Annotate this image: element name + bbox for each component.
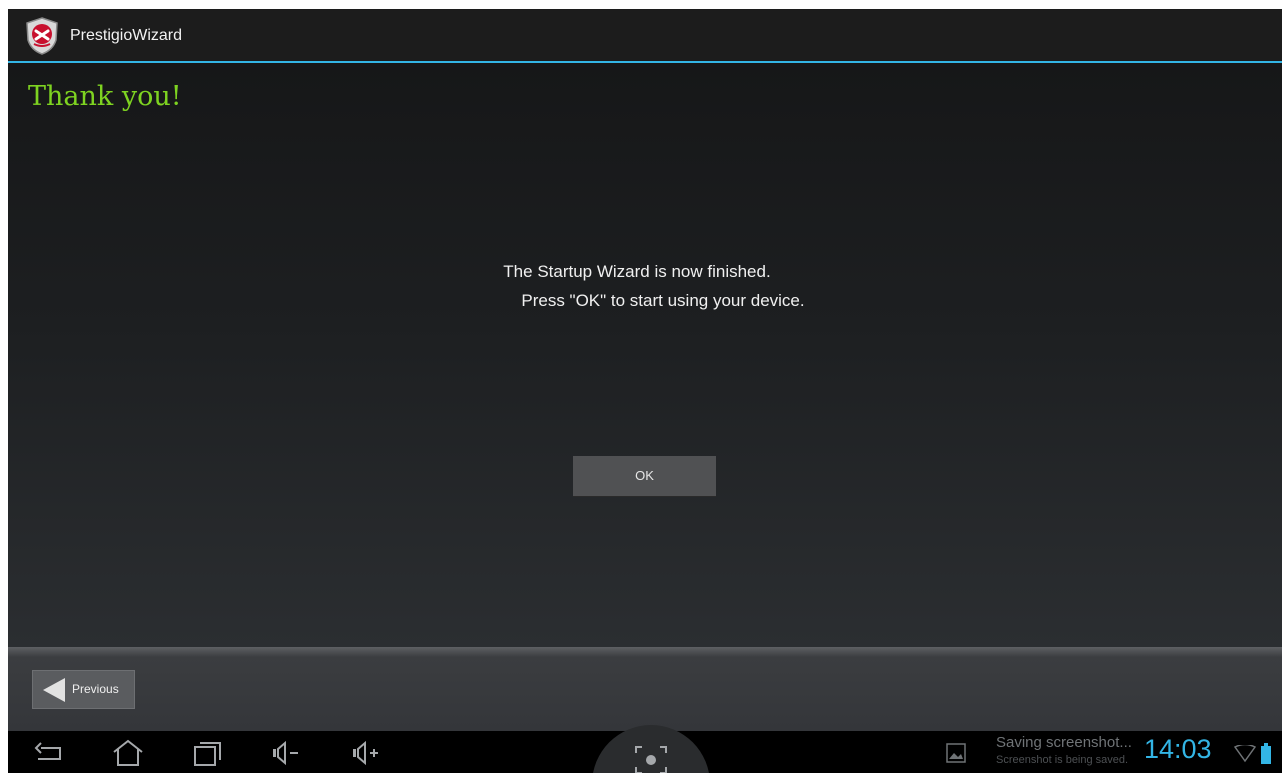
image-notification-icon[interactable] — [946, 743, 966, 768]
back-icon[interactable] — [32, 739, 66, 770]
system-bar: Saving screenshot... Screenshot is being… — [8, 725, 1282, 773]
clock[interactable]: 14:03 — [1144, 734, 1212, 765]
app-title: PrestigioWizard — [70, 27, 183, 44]
ok-button[interactable]: OK — [573, 456, 716, 497]
previous-button[interactable]: Previous — [32, 670, 135, 709]
prestigio-shield-icon — [22, 16, 62, 56]
volume-up-icon[interactable] — [351, 739, 385, 772]
volume-down-icon[interactable] — [271, 739, 305, 772]
finish-message-line1: The Startup Wizard is now finished. — [503, 262, 771, 281]
screenshot-icon — [634, 745, 668, 773]
recent-apps-icon[interactable] — [191, 739, 225, 772]
notification-subtitle: Screenshot is being saved. — [996, 754, 1129, 766]
screenshot-button[interactable] — [592, 725, 710, 773]
home-icon[interactable] — [111, 739, 145, 772]
battery-icon — [1260, 743, 1272, 770]
notification-title: Saving screenshot... — [996, 734, 1132, 751]
finish-message-line2: Press "OK" to start using your device. — [521, 291, 805, 310]
previous-label: Previous — [72, 682, 119, 696]
arrow-left-icon — [43, 678, 65, 702]
wifi-icon — [1233, 743, 1257, 768]
wizard-content: Thank you! The Startup Wizard is now fin… — [8, 63, 1282, 647]
action-bar: PrestigioWizard — [8, 9, 1282, 63]
page-heading: Thank you! — [28, 81, 182, 112]
wizard-footer: Previous — [8, 647, 1282, 731]
tablet-screen: PrestigioWizard Thank you! The Startup W… — [8, 9, 1282, 773]
